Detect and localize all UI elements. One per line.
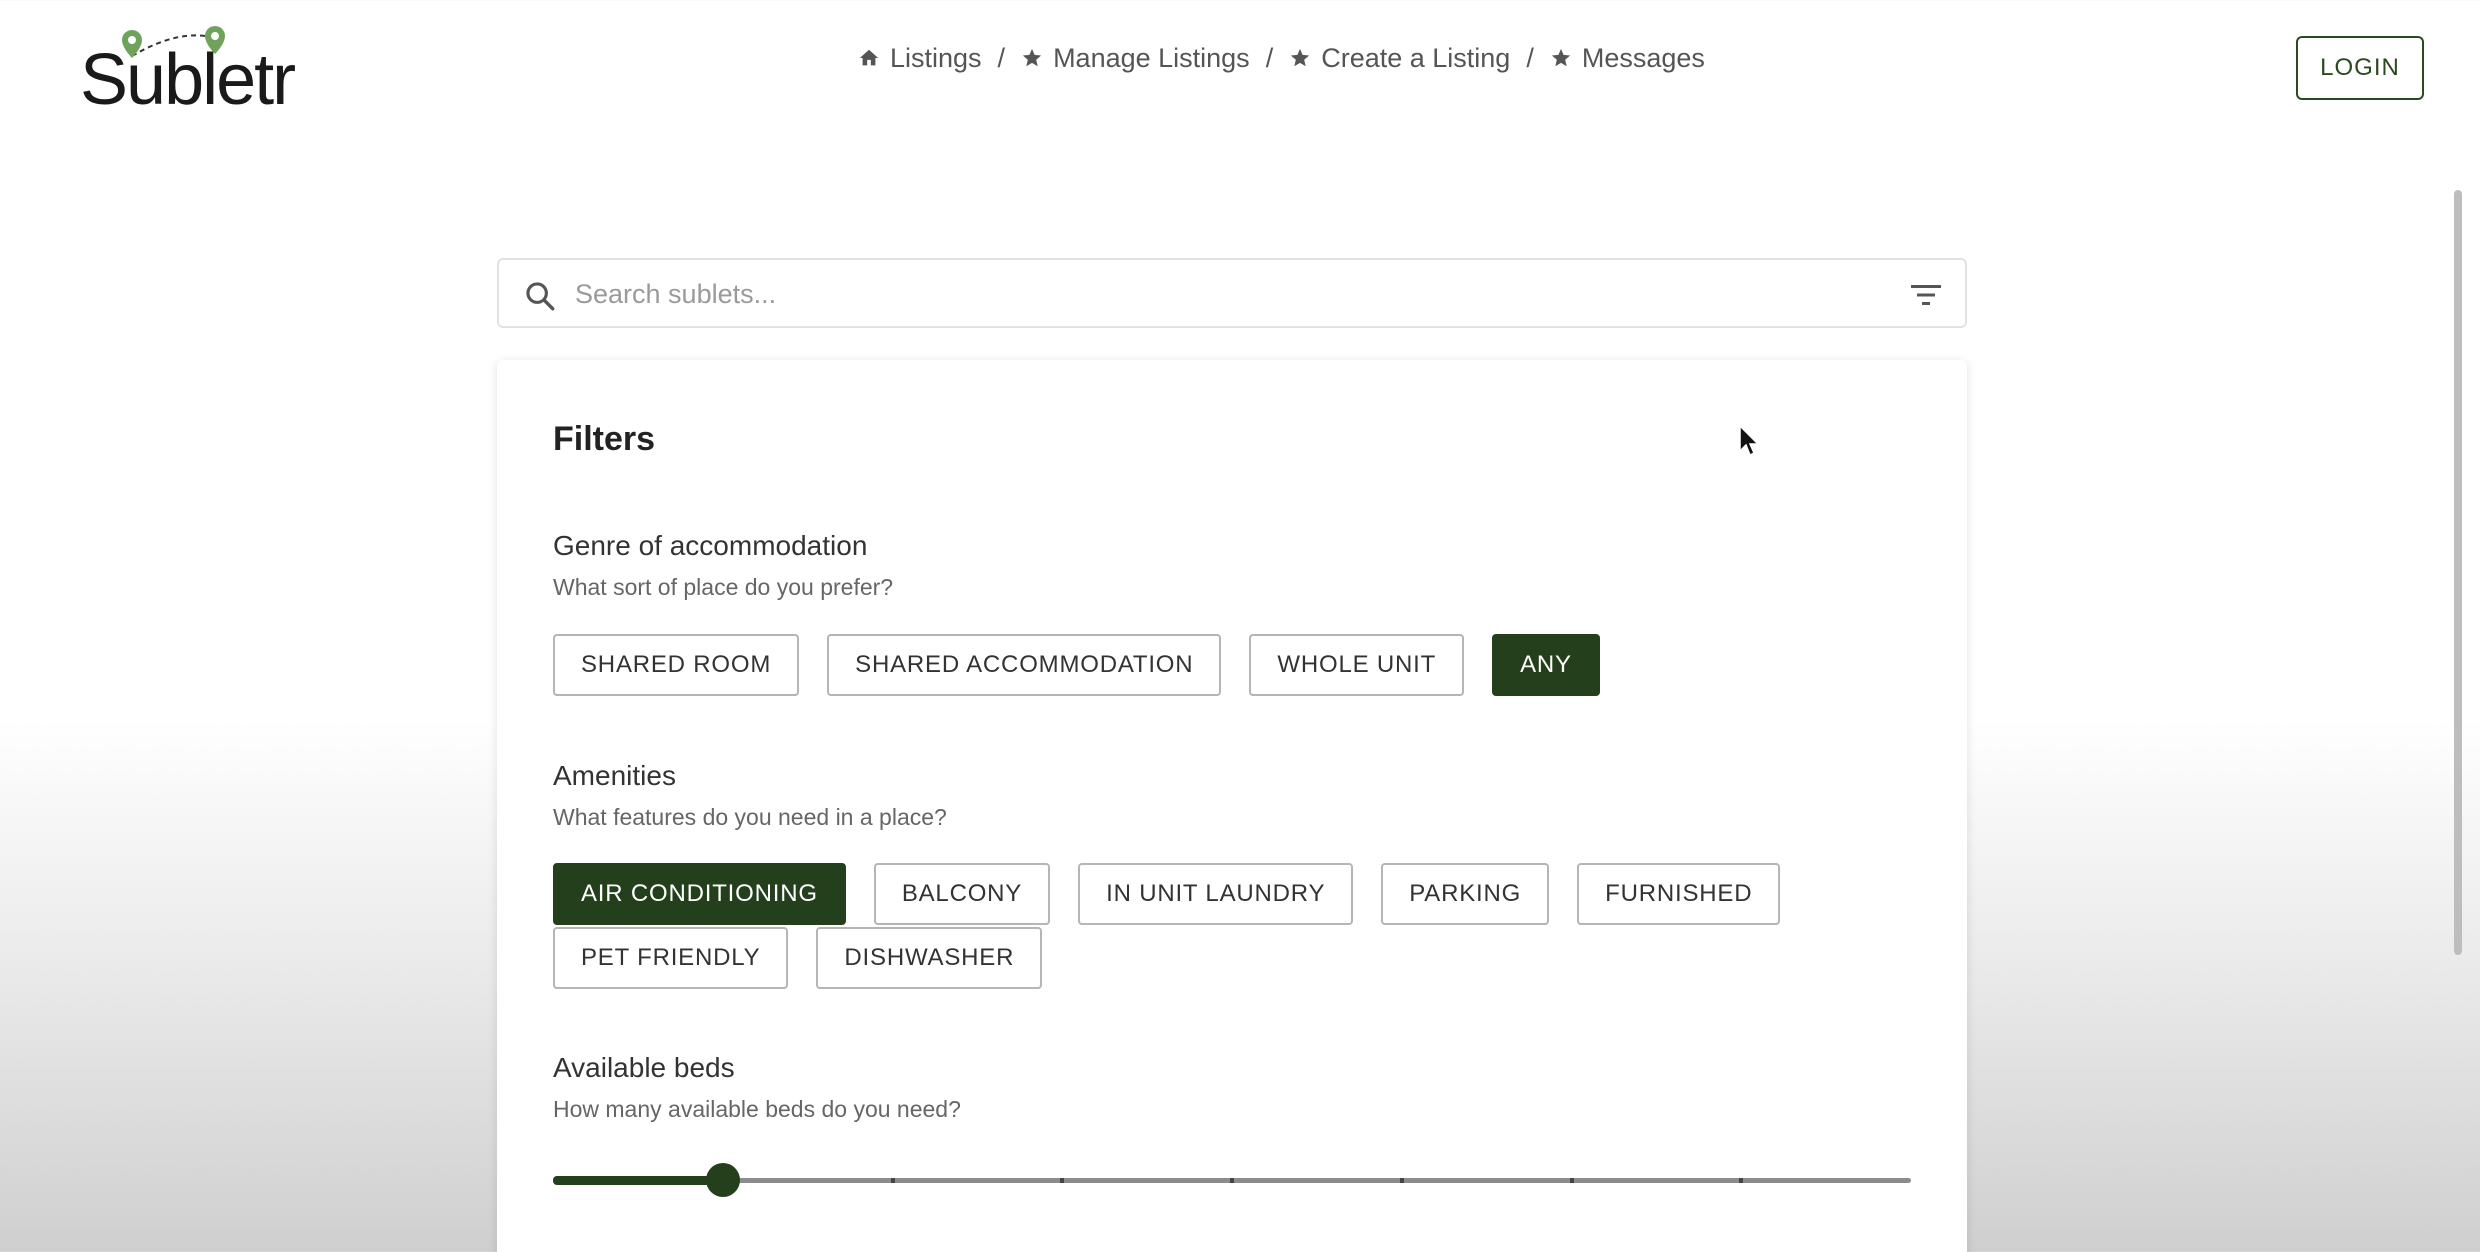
login-button[interactable]: LOGIN [2296,36,2424,100]
slider-thumb[interactable] [705,1163,740,1197]
slider-tick [1060,1178,1065,1183]
amenity-chip-in-unit-laundry[interactable]: IN UNIT LAUNDRY [1078,863,1354,925]
star-icon [1291,48,1310,67]
nav-label: Manage Listings [1053,42,1250,73]
slider-tick [1739,1178,1744,1183]
amenity-chip-pet-friendly[interactable]: PET FRIENDLY [553,927,789,989]
search-bar [497,258,1967,328]
genre-chip-whole-unit[interactable]: WHOLE UNIT [1249,634,1465,696]
amenity-chip-parking[interactable]: PARKING [1381,863,1550,925]
genre-options: SHARED ROOM SHARED ACCOMMODATION WHOLE U… [553,634,1600,696]
search-icon [526,282,555,311]
mouse-cursor-icon [1739,424,1760,457]
nav-label: Messages [1581,42,1705,73]
nav-item-listings[interactable]: Listings [858,43,982,74]
nav-item-manage-listings[interactable]: Manage Listings [1021,43,1250,74]
page-scrollbar[interactable] [2454,190,2462,955]
nav-item-create-listing[interactable]: Create a Listing [1289,43,1510,74]
nav-item-messages[interactable]: Messages [1550,43,1705,74]
slider-tick [1230,1178,1234,1183]
amenities-subtitle: What features do you need in a place? [553,804,947,830]
amenity-chip-furnished[interactable]: FURNISHED [1577,863,1781,925]
breadcrumb: Listings / Manage Listings / Create a Li… [858,38,1705,78]
amenity-chip-balcony[interactable]: BALCONY [873,863,1051,925]
logo-text: Subletr [80,40,296,120]
slider-tick [1399,1178,1404,1183]
nav-label: Create a Listing [1321,42,1511,73]
star-icon [1022,48,1042,67]
filters-title: Filters [553,420,656,458]
breadcrumb-separator: / [997,42,1006,73]
slider-tick [890,1178,895,1183]
filters-panel: Filters Genre of accommodation What sort… [497,360,1967,1252]
beds-title: Available beds [553,1052,735,1083]
beds-slider[interactable] [553,1160,1911,1200]
amenities-title: Amenities [553,760,676,791]
subletr-logo[interactable]: Subletr [80,22,296,118]
amenities-options-row-1: AIR CONDITIONING BALCONY IN UNIT LAUNDRY… [553,863,1781,925]
genre-chip-any[interactable]: ANY [1492,634,1600,696]
breadcrumb-separator: / [1265,42,1274,73]
genre-chip-shared-accommodation[interactable]: SHARED ACCOMMODATION [827,634,1222,696]
genre-subtitle: What sort of place do you prefer? [553,574,894,600]
slider-tick [1569,1178,1574,1183]
amenities-options-row-2: PET FRIENDLY DISHWASHER [553,927,1043,989]
amenity-chip-dishwasher[interactable]: DISHWASHER [816,927,1043,989]
genre-chip-shared-room[interactable]: SHARED ROOM [553,634,800,696]
star-icon [1551,48,1570,67]
genre-title: Genre of accommodation [553,530,868,561]
home-icon [859,49,879,66]
breadcrumb-separator: / [1526,42,1534,73]
amenity-chip-air-conditioning[interactable]: AIR CONDITIONING [553,863,846,925]
slider-fill [553,1176,723,1185]
filter-icon[interactable] [1909,282,1943,308]
beds-subtitle: How many available beds do you need? [553,1096,961,1122]
search-input[interactable] [575,272,1875,316]
nav-label: Listings [890,42,982,73]
